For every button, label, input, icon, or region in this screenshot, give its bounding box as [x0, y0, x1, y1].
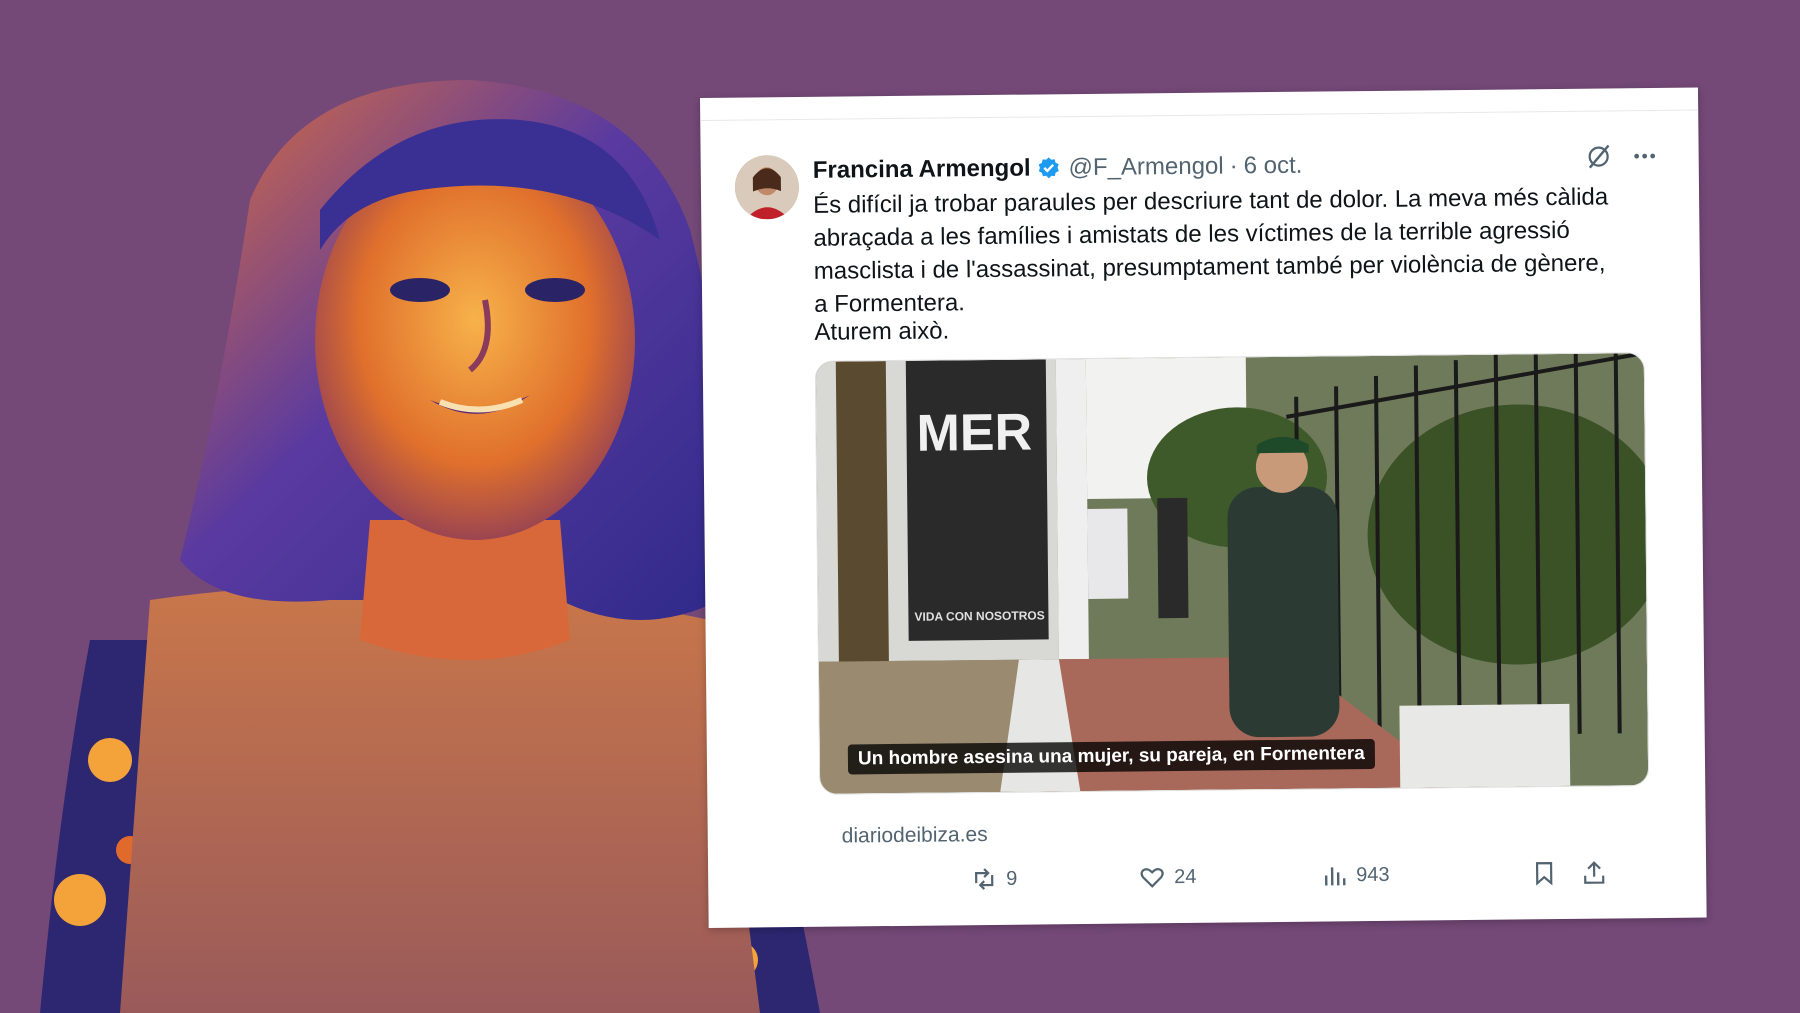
media-sign-text-small: VIDA CON NOSOTROS [914, 608, 1044, 623]
tweet-actions: 9 24 943 [820, 858, 1666, 903]
verified-badge-icon [1038, 157, 1059, 179]
tweet-date[interactable]: 6 oct. [1244, 152, 1303, 181]
views-button[interactable]: 943 [1320, 861, 1390, 890]
tweet-card[interactable]: Francina Armengol @F_Armengol · 6 oct. É… [700, 87, 1707, 928]
views-icon [1324, 867, 1346, 886]
author-name[interactable]: Francina Armengol [813, 155, 1031, 185]
share-icon [1584, 861, 1605, 884]
retweet-button[interactable]: 9 [970, 865, 1017, 893]
like-icon [1140, 868, 1164, 888]
tweet-top-actions [1585, 142, 1659, 171]
retweet-icon [975, 868, 994, 890]
tweet-media[interactable]: MER VIDA CON NOSOTROS Un hombre asesina … [814, 352, 1650, 795]
grok-icon[interactable] [1585, 142, 1613, 170]
bookmark-icon [1535, 862, 1553, 886]
bookmark-button[interactable] [1530, 859, 1558, 887]
tweet-text-closing: Aturem això. [814, 317, 950, 346]
like-button[interactable]: 24 [1138, 863, 1197, 892]
share-button[interactable] [1580, 859, 1608, 887]
retweet-count: 9 [1006, 867, 1018, 890]
separator: · [1229, 152, 1238, 180]
link-source[interactable]: diariodeibiza.es [842, 823, 988, 849]
divider [700, 109, 1699, 121]
author-handle[interactable]: @F_Armengol [1068, 153, 1223, 183]
media-photo: MER VIDA CON NOSOTROS [815, 352, 1650, 794]
views-count: 943 [1356, 863, 1390, 886]
like-count: 24 [1174, 865, 1197, 888]
avatar-image [734, 154, 800, 220]
tweet-text: És difícil ja trobar paraules per descri… [812, 183, 1609, 318]
media-sign-text: MER [916, 404, 1032, 463]
media-caption: Un hombre asesina una mujer, su pareja, … [847, 738, 1375, 775]
avatar[interactable] [734, 154, 800, 220]
more-icon[interactable] [1631, 142, 1659, 170]
